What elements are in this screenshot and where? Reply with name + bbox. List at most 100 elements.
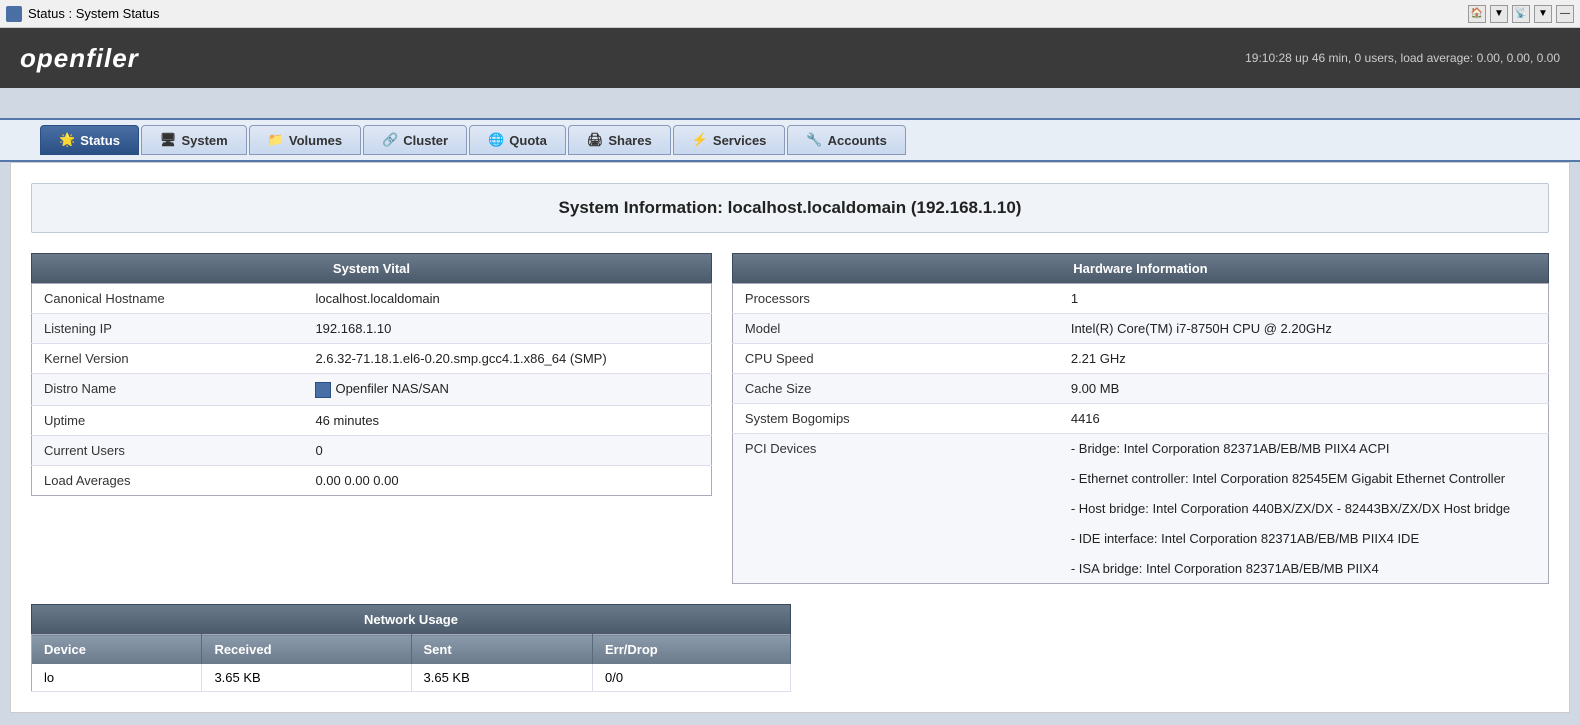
network-header: Network Usage: [31, 604, 791, 634]
distro-value: Openfiler NAS/SAN: [303, 374, 711, 406]
table-row: Canonical Hostnamelocalhost.localdomain: [32, 284, 712, 314]
dropdown2-icon[interactable]: ▼: [1534, 5, 1552, 23]
titlebar-controls: 🏠 ▼ 📡 ▼ —: [1468, 5, 1574, 23]
system-vital-header: System Vital: [31, 253, 712, 283]
cell-label: Listening IP: [32, 314, 304, 344]
table-row: Processors1: [732, 284, 1548, 314]
nav-label-accounts: Accounts: [828, 133, 887, 148]
main-content: System Information: localhost.localdomai…: [10, 162, 1570, 713]
nav-icon-quota: 🌐: [488, 132, 504, 148]
net-device: lo: [32, 664, 202, 692]
rss-icon[interactable]: 📡: [1512, 5, 1530, 23]
nav-icon-accounts: 🔧: [806, 132, 822, 148]
table-row: lo 3.65 KB 3.65 KB 0/0: [32, 664, 791, 692]
cell-value: 0: [303, 435, 711, 465]
cell-value: 9.00 MB: [1059, 374, 1549, 404]
cell-label: Distro Name: [32, 374, 304, 406]
table-row: Cache Size9.00 MB: [732, 374, 1548, 404]
minimize-icon[interactable]: —: [1556, 5, 1574, 23]
nav-label-quota: Quota: [509, 133, 547, 148]
network-table: DeviceReceivedSentErr/Drop lo 3.65 KB 3.…: [31, 634, 791, 692]
tables-row: System Vital Canonical Hostnamelocalhost…: [31, 253, 1549, 584]
nav-tab-quota[interactable]: 🌐 Quota: [469, 125, 566, 155]
nav-icon-shares: 🖨: [587, 132, 604, 148]
cell-label: Model: [732, 314, 1058, 344]
distro-icon: [315, 382, 331, 398]
cell-label: Load Averages: [32, 465, 304, 495]
nav-tab-shares[interactable]: 🖨 Shares: [568, 125, 671, 155]
cell-value: 192.168.1.10: [303, 314, 711, 344]
cell-label: Cache Size: [732, 374, 1058, 404]
nav-icon-status: 🌟: [59, 132, 75, 148]
table-row: CPU Speed2.21 GHz: [732, 344, 1548, 374]
home-icon[interactable]: 🏠: [1468, 5, 1486, 23]
cell-label: Canonical Hostname: [32, 284, 304, 314]
system-vital-container: System Vital Canonical Hostnamelocalhost…: [31, 253, 712, 584]
cell-label: Uptime: [32, 405, 304, 435]
cell-label: PCI Devices: [732, 434, 1058, 584]
network-col-header: Err/Drop: [593, 635, 791, 665]
nav-icon-services: ⚡: [692, 132, 708, 148]
network-col-header: Device: [32, 635, 202, 665]
cell-label: Current Users: [32, 435, 304, 465]
table-row: ModelIntel(R) Core(TM) i7-8750H CPU @ 2.…: [732, 314, 1548, 344]
cell-value: 1: [1059, 284, 1549, 314]
net-sent: 3.65 KB: [411, 664, 593, 692]
nav-tab-system[interactable]: 🖥 System: [141, 125, 247, 155]
titlebar: Status : System Status 🏠 ▼ 📡 ▼ —: [0, 0, 1580, 28]
network-col-header: Sent: [411, 635, 593, 665]
net-err-drop: 0/0: [593, 664, 791, 692]
network-col-header: Received: [202, 635, 411, 665]
titlebar-title: Status : System Status: [28, 6, 160, 21]
table-row: Listening IP192.168.1.10: [32, 314, 712, 344]
cell-value: 2.21 GHz: [1059, 344, 1549, 374]
nav-label-cluster: Cluster: [403, 133, 448, 148]
cell-value: Intel(R) Core(TM) i7-8750H CPU @ 2.20GHz: [1059, 314, 1549, 344]
table-row: Kernel Version2.6.32-71.18.1.el6-0.20.sm…: [32, 344, 712, 374]
titlebar-left: Status : System Status: [6, 6, 160, 22]
page-title-bar: System Information: localhost.localdomai…: [31, 183, 1549, 233]
header: openfiler 19:10:28 up 46 min, 0 users, l…: [0, 28, 1580, 88]
nav-label-volumes: Volumes: [289, 133, 342, 148]
nav-tab-volumes[interactable]: 📁 Volumes: [249, 125, 361, 155]
nav-label-shares: Shares: [608, 133, 651, 148]
nav-icon-cluster: 🔗: [382, 132, 398, 148]
table-row: Current Users0: [32, 435, 712, 465]
logo: openfiler: [20, 43, 139, 74]
cell-label: Kernel Version: [32, 344, 304, 374]
cell-value: 46 minutes: [303, 405, 711, 435]
dropdown-icon[interactable]: ▼: [1490, 5, 1508, 23]
table-row: System Bogomips4416: [732, 404, 1548, 434]
cell-value: 4416: [1059, 404, 1549, 434]
nav-label-status: Status: [80, 133, 120, 148]
hardware-info-container: Hardware Information Processors1ModelInt…: [732, 253, 1549, 584]
cell-value: localhost.localdomain: [303, 284, 711, 314]
hardware-info-header: Hardware Information: [732, 253, 1549, 283]
nav-label-system: System: [181, 133, 227, 148]
nav-icon-volumes: 📁: [268, 132, 284, 148]
table-row: PCI Devices- Bridge: Intel Corporation 8…: [732, 434, 1548, 584]
cell-value: 0.00 0.00 0.00: [303, 465, 711, 495]
nav-icon-system: 🖥: [160, 132, 177, 148]
net-received: 3.65 KB: [202, 664, 411, 692]
nav-tab-cluster[interactable]: 🔗 Cluster: [363, 125, 467, 155]
page-title: System Information: localhost.localdomai…: [46, 198, 1534, 218]
nav-tab-services[interactable]: ⚡ Services: [673, 125, 786, 155]
table-row: Load Averages0.00 0.00 0.00: [32, 465, 712, 495]
cell-label: Processors: [732, 284, 1058, 314]
cell-label: CPU Speed: [732, 344, 1058, 374]
cell-value: 2.6.32-71.18.1.el6-0.20.smp.gcc4.1.x86_6…: [303, 344, 711, 374]
nav-tab-accounts[interactable]: 🔧 Accounts: [787, 125, 905, 155]
cell-value: - Bridge: Intel Corporation 82371AB/EB/M…: [1059, 434, 1549, 584]
navbar: 🌟 Status 🖥 System 📁 Volumes 🔗 Cluster 🌐 Quota 🖨 Sha…: [0, 118, 1580, 162]
cell-label: System Bogomips: [732, 404, 1058, 434]
system-vital-table: Canonical Hostnamelocalhost.localdomainL…: [31, 283, 712, 496]
hardware-info-table: Processors1ModelIntel(R) Core(TM) i7-875…: [732, 283, 1549, 584]
table-row: Distro NameOpenfiler NAS/SAN: [32, 374, 712, 406]
app-icon: [6, 6, 22, 22]
table-row: Uptime46 minutes: [32, 405, 712, 435]
uptime-text: 19:10:28 up 46 min, 0 users, load averag…: [1245, 51, 1560, 65]
nav-tab-status[interactable]: 🌟 Status: [40, 125, 139, 155]
nav-label-services: Services: [713, 133, 767, 148]
network-section: Network Usage DeviceReceivedSentErr/Drop…: [31, 604, 1549, 692]
